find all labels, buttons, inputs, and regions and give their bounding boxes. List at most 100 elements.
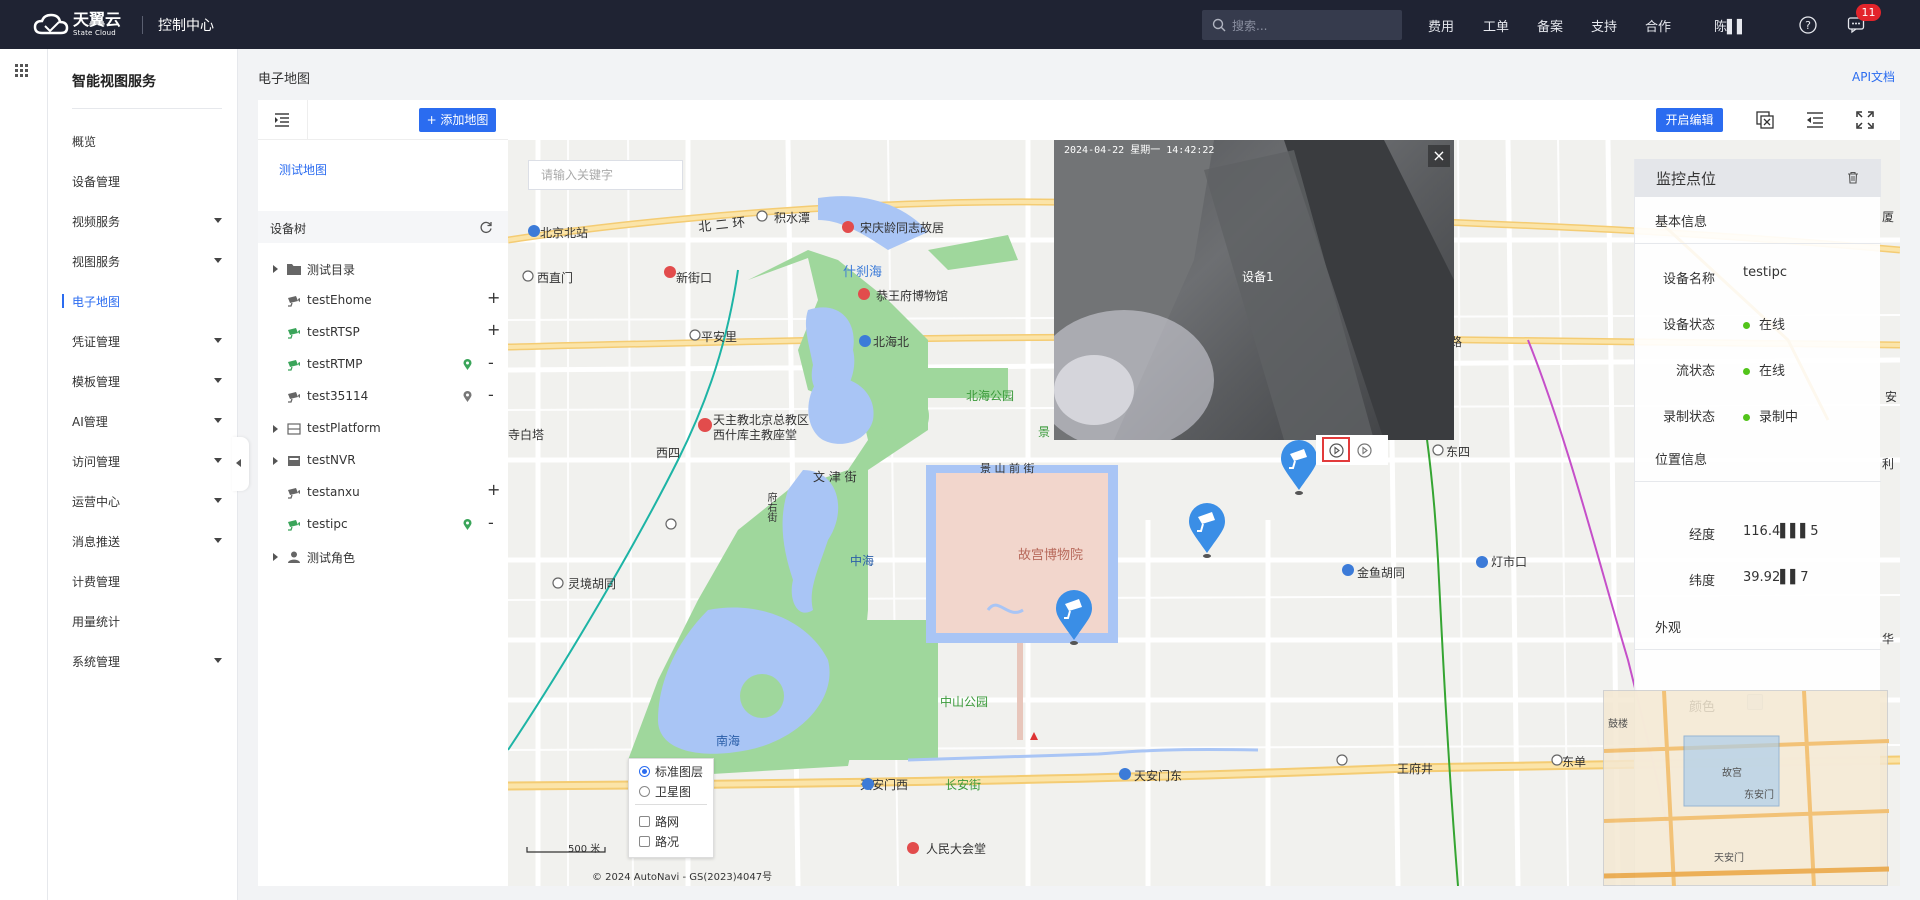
video-player-popup[interactable]: 2024-04-22 星期一 14:42:22 设备1 × [1054, 140, 1454, 440]
sidebar-item-ai-management[interactable]: AI管理 [72, 413, 222, 430]
api-doc-link[interactable]: API文档 [1852, 68, 1895, 85]
brand-logo[interactable]: 天翼云 State Cloud [33, 12, 121, 37]
sidebar-item-access-management[interactable]: 访问管理 [72, 453, 222, 470]
sidebar-item-message-push[interactable]: 消息推送 [72, 533, 222, 550]
monitor-point-title: 监控点位 [1656, 170, 1717, 188]
layer-option-road[interactable]: 路网 [639, 813, 679, 830]
sidebar-item-view-service[interactable]: 视图服务 [72, 253, 222, 270]
play-icon[interactable] [1329, 443, 1344, 458]
nav-support[interactable]: 支持 [1591, 16, 1617, 35]
sidebar-item-system-management[interactable]: 系统管理 [72, 653, 222, 670]
add-to-map-button[interactable]: + [487, 288, 500, 307]
add-to-map-button[interactable]: + [487, 320, 500, 339]
sidebar-item-device-management[interactable]: 设备管理 [72, 173, 222, 190]
playback-icon[interactable] [1357, 443, 1372, 458]
delete-icon[interactable] [1847, 171, 1859, 184]
sidebar-item-label: 系统管理 [72, 655, 121, 669]
status-dot [1743, 322, 1750, 329]
help-icon[interactable]: ? [1799, 16, 1817, 34]
status-text: 录制中 [1759, 410, 1799, 425]
overview-minimap[interactable]: 鼓楼 故宫 东安门 天安门 [1603, 690, 1890, 886]
stream-status-value: 在线 [1743, 360, 1785, 379]
location-pin-icon[interactable] [463, 391, 472, 403]
sidebar-item-video-service[interactable]: 视频服务 [72, 213, 222, 230]
camera-icon [288, 488, 300, 499]
camera-location-pin[interactable] [1187, 503, 1227, 559]
checkbox[interactable] [639, 836, 650, 847]
electronic-map-canvas[interactable]: 北京北站 西直门 新街口 积水潭 北 二 环 宋庆龄同志故居 什刹海 恭王府博物… [508, 140, 1900, 886]
location-pin-icon[interactable] [463, 519, 472, 531]
add-to-map-button[interactable]: + [487, 480, 500, 499]
logo-divider [142, 16, 143, 34]
tree-node-testipc[interactable]: testipc - [258, 512, 508, 538]
sidebar-item-electronic-map[interactable]: 电子地图 [72, 293, 222, 310]
expand-arrow-icon[interactable] [273, 265, 278, 273]
tree-node-testnvr[interactable]: testNVR [258, 448, 508, 474]
map-keyword-input[interactable]: 请输入关键字 [528, 160, 683, 190]
camera-icon [288, 296, 300, 307]
tree-node-testrtmp[interactable]: testRTMP - [258, 352, 508, 378]
indent-icon[interactable] [274, 112, 290, 128]
latitude-label: 纬度 [1688, 574, 1715, 589]
sidebar-item-credential-management[interactable]: 凭证管理 [72, 333, 222, 350]
map-toolbar: 开启编辑 [508, 100, 1900, 140]
minimap-label: 天安门 [1714, 853, 1744, 864]
tree-node-label: testipc [307, 517, 348, 531]
video-timestamp: 2024-04-22 星期一 14:42:22 [1064, 145, 1215, 156]
remove-from-map-button[interactable]: - [488, 353, 494, 372]
console-link[interactable]: 控制中心 [158, 15, 214, 35]
map-label: 东四 [1446, 445, 1471, 459]
add-map-button[interactable]: + 添加地图 [419, 108, 496, 132]
location-pin-icon[interactable] [463, 359, 472, 371]
checkbox[interactable] [639, 816, 650, 827]
clear-overlay-icon[interactable] [1756, 111, 1774, 129]
tree-node-test35114[interactable]: test35114 - [258, 384, 508, 410]
remove-from-map-button[interactable]: - [488, 513, 494, 532]
tree-node-testplatform[interactable]: testPlatform [258, 416, 508, 442]
tree-node-testehome[interactable]: testEhome + [258, 288, 508, 314]
outdent-icon[interactable] [1806, 111, 1824, 129]
close-video-button[interactable]: × [1428, 145, 1450, 167]
user-name[interactable]: 陈▌▌ [1714, 16, 1747, 35]
sidebar-item-template-management[interactable]: 模板管理 [72, 373, 222, 390]
nav-filing[interactable]: 备案 [1537, 16, 1563, 35]
tree-node-testanxu[interactable]: testanxu + [258, 480, 508, 506]
tree-node-label: 测试目录 [307, 263, 356, 277]
layer-option-traffic[interactable]: 路况 [639, 833, 679, 850]
sidebar-item-operations-center[interactable]: 运营中心 [72, 493, 222, 510]
map-label: 东单 [1562, 755, 1587, 769]
expand-arrow-icon[interactable] [273, 457, 278, 465]
nav-fees[interactable]: 费用 [1428, 16, 1454, 35]
fullscreen-icon[interactable] [1856, 111, 1874, 129]
map-label: 府右街 [765, 492, 776, 522]
sidebar-item-billing[interactable]: 计费管理 [72, 573, 222, 590]
expand-arrow-icon[interactable] [273, 553, 278, 561]
remove-from-map-button[interactable]: - [488, 385, 494, 404]
nav-cooperation[interactable]: 合作 [1645, 16, 1671, 35]
stream-status-label: 流状态 [1675, 364, 1715, 379]
map-list-item-test-map[interactable]: 测试地图 [279, 161, 327, 178]
map-label: 灯市口 [1491, 555, 1528, 569]
radio-unchecked[interactable] [639, 786, 650, 797]
refresh-icon[interactable] [479, 220, 493, 234]
expand-arrow-icon[interactable] [273, 425, 278, 433]
sidebar-item-usage-stats[interactable]: 用量统计 [72, 613, 222, 630]
layer-option-standard[interactable]: 标准图层 [639, 763, 703, 780]
tree-node-test-directory[interactable]: 测试目录 [258, 256, 508, 282]
open-edit-button[interactable]: 开启编辑 [1656, 108, 1723, 132]
appearance-section: 外观 [1655, 621, 1682, 636]
svg-text:?: ? [1805, 19, 1811, 32]
camera-location-pin[interactable] [1054, 590, 1094, 646]
nav-tickets[interactable]: 工单 [1483, 16, 1509, 35]
global-search[interactable]: 搜索... [1202, 10, 1402, 40]
chevron-down-icon [214, 458, 222, 463]
tree-node-testrtsp[interactable]: testRTSP + [258, 320, 508, 346]
sidebar-item-overview[interactable]: 概览 [72, 133, 222, 150]
camera-location-pin[interactable] [1279, 440, 1319, 496]
layer-option-satellite[interactable]: 卫星图 [639, 783, 691, 800]
radio-checked[interactable] [639, 766, 650, 777]
map-label: 北京北站 [540, 226, 589, 240]
sidebar-collapse-handle[interactable] [232, 437, 249, 491]
app-grid-icon[interactable] [15, 64, 29, 78]
tree-node-test-role[interactable]: 测试角色 [258, 544, 508, 570]
